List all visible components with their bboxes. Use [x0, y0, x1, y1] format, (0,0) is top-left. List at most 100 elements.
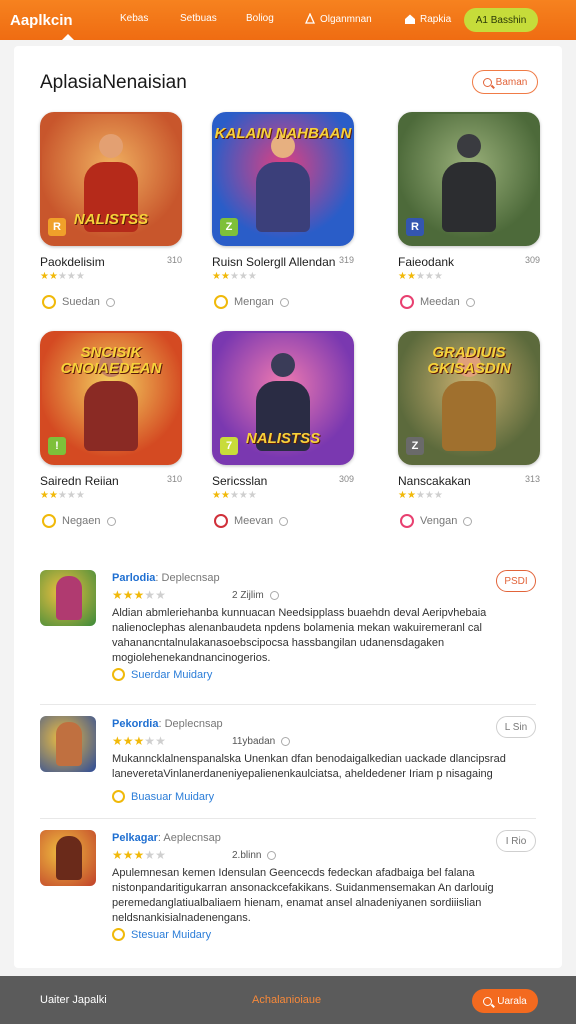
app-tile[interactable]: NALISTSS 7 Sericsslan 309 ★★★★★ Meevan: [212, 331, 362, 528]
app-count: 313: [524, 474, 540, 484]
app-badge: R: [406, 218, 424, 236]
review-footer-link[interactable]: Suerdar Muidary: [112, 668, 212, 681]
app-action[interactable]: Negaen: [42, 514, 116, 528]
star-icon: ★: [212, 271, 221, 282]
app-tile[interactable]: KALAIN NAHBAAN Z Ruisn Solergll Allendan 31…: [212, 112, 362, 309]
star-icon: ★: [433, 271, 443, 282]
app-count: 310: [166, 255, 182, 265]
action-icon: [400, 514, 414, 528]
app-thumbnail[interactable]: GRADIUIS GKISASDIN Z: [398, 331, 540, 465]
action-icon: [42, 514, 56, 528]
app-tile[interactable]: R Faieodank 309 ★★★★★ Meedan: [398, 112, 548, 309]
reviewer-name[interactable]: Pekordia: Deplecnsap: [112, 718, 223, 730]
star-icon: ★: [133, 734, 145, 748]
review-date: 2.blinn: [232, 850, 277, 861]
app-tile[interactable]: SNCISIK CNOIAEDEAN! Sairedn Reiian 310 ★★★★…: [40, 331, 190, 528]
star-icon: ★: [415, 490, 425, 501]
thumbnail-title: SNCISIK CNOIAEDEAN: [60, 344, 162, 377]
review-date-text: 2 Zijlim: [232, 590, 264, 601]
coin-icon: [112, 790, 125, 803]
bottom-search-button[interactable]: Uarala: [472, 989, 538, 1013]
search-button[interactable]: Baman: [472, 70, 538, 94]
nav-item-label: Boliog: [246, 13, 274, 24]
star-icon: ★: [112, 588, 123, 602]
reviewer-name[interactable]: Parlodia: Deplecnsap: [112, 572, 220, 584]
reviewer-subtitle: : Deplecnsap: [155, 572, 220, 584]
nav-item-olganmnan[interactable]: Olganmnan: [304, 13, 372, 25]
nav-item-label: Olganmnan: [320, 13, 372, 25]
divider: [40, 704, 536, 705]
star-icon: ★: [229, 490, 239, 501]
app-tile[interactable]: NALISTSS R Paokdelisim 310 ★★★★★ Suedan: [40, 112, 190, 309]
star-icon: ★: [133, 848, 145, 862]
star-icon: ★: [155, 734, 166, 748]
review-text: Apulemnesan kemen Idensulan Geencecds fe…: [112, 867, 494, 924]
action-label: Meevan: [234, 515, 274, 527]
star-rating: ★★★★★: [40, 271, 85, 282]
review-tag-button[interactable]: I Rio: [496, 830, 536, 852]
app-badge: R: [48, 218, 66, 236]
comment-icon[interactable]: [267, 851, 277, 860]
app-name[interactable]: Ruisn Solergll Allendan: [212, 255, 335, 269]
star-icon: ★: [220, 271, 230, 282]
bottom-left-link[interactable]: Uaiter Japalki: [40, 994, 107, 1006]
app-thumbnail[interactable]: NALISTSS 7: [212, 331, 354, 465]
star-icon: ★: [144, 734, 156, 748]
reviewer-name[interactable]: Pelkagar: Aeplecnsap: [112, 832, 221, 844]
nav-item-boliog[interactable]: Boliog: [246, 13, 274, 24]
app-action[interactable]: Mengan: [214, 295, 289, 309]
star-icon: ★: [48, 271, 58, 282]
coin-icon: [112, 928, 125, 941]
app-thumbnail[interactable]: SNCISIK CNOIAEDEAN!: [40, 331, 182, 465]
review-footer-link[interactable]: Stesuar Muidary: [112, 928, 211, 941]
bottom-center-link[interactable]: Achalanioiaue: [252, 994, 321, 1006]
nav-item-setbuas[interactable]: Setbuas: [180, 13, 217, 24]
search-icon: [482, 77, 492, 87]
star-icon: ★: [122, 734, 134, 748]
comment-icon[interactable]: [269, 591, 279, 600]
app-name[interactable]: Sairedn Reiian: [40, 474, 119, 488]
star-rating: ★★★★★: [112, 734, 166, 748]
app-action[interactable]: Meedan: [400, 295, 475, 309]
star-icon: ★: [247, 271, 257, 282]
review-footer-link[interactable]: Buasuar Muidary: [112, 790, 214, 803]
app-name[interactable]: Nanscakakan: [398, 474, 471, 488]
app-thumbnail[interactable]: NALISTSS R: [40, 112, 182, 246]
star-icon: ★: [40, 271, 49, 282]
info-icon: [465, 297, 475, 307]
action-icon: [42, 295, 56, 309]
comment-icon[interactable]: [281, 737, 291, 746]
nav-item-label: Kebas: [120, 13, 149, 24]
thumbnail-title: GRADIUIS GKISASDIN: [427, 344, 511, 377]
brand-logo[interactable]: Aaplkcin: [10, 12, 86, 29]
star-icon: ★: [212, 490, 221, 501]
review-tag-button[interactable]: PSDI: [496, 570, 536, 592]
app-action[interactable]: Meevan: [214, 514, 289, 528]
app-action[interactable]: Vengan: [400, 514, 473, 528]
avatar[interactable]: [40, 570, 96, 626]
star-icon: ★: [66, 490, 76, 501]
action-label: Meedan: [420, 296, 460, 308]
star-icon: ★: [398, 490, 407, 501]
app-thumbnail[interactable]: KALAIN NAHBAAN Z: [212, 112, 354, 246]
review-footer-label: Stesuar Muidary: [131, 928, 212, 941]
app-thumbnail[interactable]: R: [398, 112, 540, 246]
app-tile[interactable]: GRADIUIS GKISASDIN Z Nanscakakan 313 ★★★★★ Ve…: [398, 331, 548, 528]
nav-item-kebas[interactable]: Kebas: [120, 13, 148, 24]
star-icon: ★: [424, 271, 434, 282]
app-action[interactable]: Suedan: [42, 295, 115, 309]
star-icon: ★: [398, 271, 407, 282]
nav-cta-button[interactable]: A1 Basshin: [464, 8, 538, 32]
nav-item-rapkia[interactable]: Rapkia: [404, 13, 451, 25]
info-icon: [106, 516, 116, 526]
avatar[interactable]: [40, 716, 96, 772]
avatar[interactable]: [40, 830, 96, 886]
star-icon: ★: [415, 271, 425, 282]
app-name[interactable]: Sericsslan: [212, 474, 267, 488]
review-item: Pekordia: Deplecnsap ★★★★★ 11ybadan Mukannc…: [40, 716, 536, 846]
app-name[interactable]: Paokdelisim: [40, 255, 105, 269]
app-name[interactable]: Faieodank: [398, 255, 454, 269]
search-icon: [483, 996, 493, 1006]
star-icon: ★: [424, 490, 434, 501]
review-tag-button[interactable]: L Sin: [496, 716, 536, 738]
